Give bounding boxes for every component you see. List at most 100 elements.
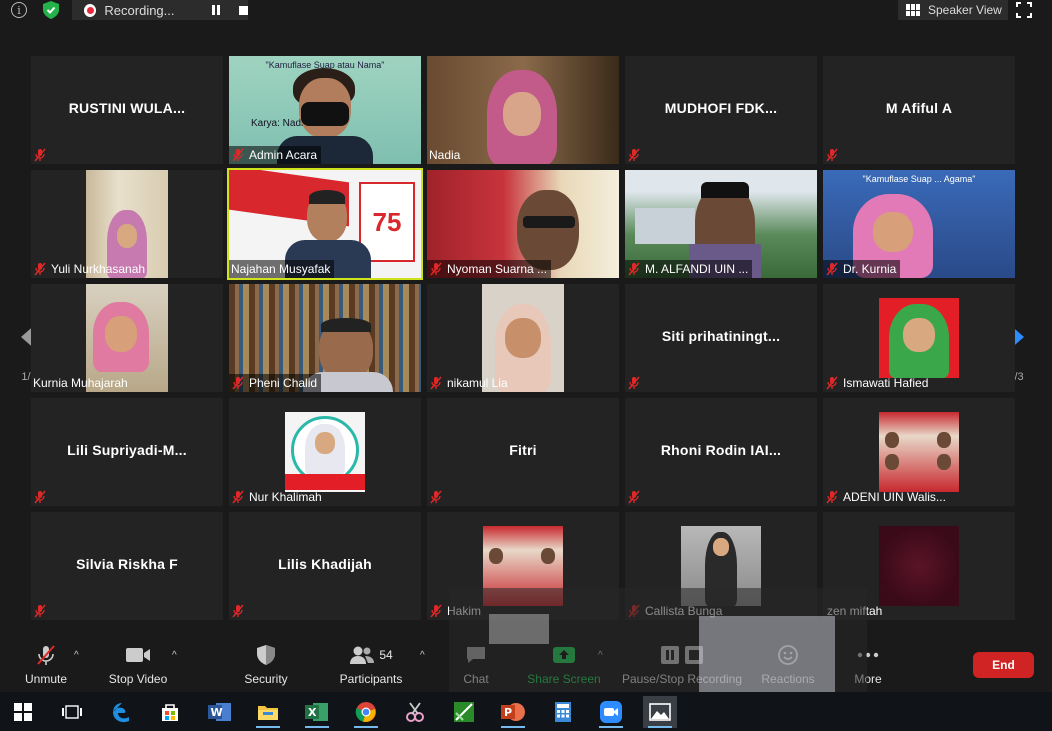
excel-icon[interactable]: X	[300, 696, 334, 728]
muted-mic-icon	[34, 262, 46, 276]
participant-label	[31, 146, 55, 164]
poster-speaker-photo	[937, 454, 951, 470]
participant-tile[interactable]: zen miftah	[823, 512, 1015, 620]
muted-mic-icon	[826, 490, 838, 504]
photos-icon[interactable]	[643, 696, 677, 728]
participant-name: Nur Khalimah	[249, 490, 322, 504]
participant-tile[interactable]: Yuli Nurkhasanah	[31, 170, 223, 278]
person-face	[503, 92, 541, 136]
share-screen-button[interactable]: Share Screen	[524, 634, 604, 692]
stop-video-button[interactable]: Stop Video	[106, 634, 170, 692]
edge-icon[interactable]	[105, 696, 139, 728]
pause-stop-recording-button[interactable]: Pause/Stop Recording	[620, 634, 744, 692]
event-poster	[483, 526, 563, 606]
participant-name: Kurnia Muhajarah	[33, 376, 128, 390]
reactions-button[interactable]: Reactions	[760, 634, 816, 692]
participant-tile[interactable]: Siti prihatiningt...	[625, 284, 817, 392]
participant-tile[interactable]: Lili Supriyadi-M...	[31, 398, 223, 506]
audio-options-caret-icon[interactable]: ^	[74, 650, 79, 661]
more-button[interactable]: More	[850, 634, 886, 692]
chrome-icon[interactable]	[349, 696, 383, 728]
participant-tile[interactable]: "Kamuflase Suap ... Agama" Dr. Kurnia	[823, 170, 1015, 278]
participant-tile-active-speaker[interactable]: 75 Najahan Musyafak	[227, 168, 423, 280]
pause-recording-icon[interactable]	[211, 5, 222, 15]
chat-bubble-icon	[465, 640, 487, 670]
person-face	[315, 432, 335, 454]
participant-label: Nur Khalimah	[229, 488, 326, 506]
participant-tile[interactable]: M. ALFANDI UIN ...	[625, 170, 817, 278]
participant-tile[interactable]: Hakim	[427, 512, 619, 620]
participant-tile[interactable]: Ismawati Hafied	[823, 284, 1015, 392]
share-options-caret-icon[interactable]: ^	[598, 650, 603, 661]
participant-name: Siti prihatiningt...	[661, 328, 781, 344]
face-mask	[301, 102, 349, 126]
file-explorer-icon[interactable]	[251, 696, 285, 728]
participant-tile[interactable]: MUDHOFI FDK...	[625, 56, 817, 164]
participant-tile[interactable]: Nur Khalimah	[229, 398, 421, 506]
participant-tile[interactable]: Nyoman Suarna ...	[427, 170, 619, 278]
participants-button[interactable]: 54 Participants	[338, 634, 404, 692]
muted-mic-icon	[628, 262, 640, 276]
participant-name: Admin Acara	[249, 148, 318, 162]
end-meeting-button[interactable]: End	[973, 652, 1034, 678]
participant-tile[interactable]: Pheni Chalid	[229, 284, 421, 392]
calculator-icon[interactable]	[546, 696, 580, 728]
more-dots-icon	[857, 640, 879, 670]
fullscreen-icon[interactable]	[1016, 2, 1032, 18]
participant-label	[31, 488, 55, 506]
stop-recording-icon[interactable]	[239, 5, 248, 15]
participant-tile[interactable]: Rhoni Rodin IAI...	[625, 398, 817, 506]
participant-tile[interactable]: Kurnia Muhajarah	[31, 284, 223, 392]
participant-tile[interactable]: ADENI UIN Walis...	[823, 398, 1015, 506]
participant-tile[interactable]: Fitri	[427, 398, 619, 506]
participant-name: Rhoni Rodin IAI...	[660, 442, 782, 458]
event-poster	[879, 412, 959, 492]
grid-view-icon	[906, 4, 920, 16]
muted-mic-icon	[34, 640, 58, 670]
participant-label	[625, 146, 649, 164]
snipping-icon[interactable]	[398, 696, 432, 728]
svg-text:P: P	[504, 706, 512, 719]
participant-tile[interactable]: RUSTINI WULA...	[31, 56, 223, 164]
muted-mic-icon	[232, 490, 244, 504]
participants-options-caret-icon[interactable]: ^	[420, 650, 425, 661]
muted-mic-icon	[430, 604, 442, 618]
encryption-shield-icon[interactable]	[40, 0, 62, 20]
participant-name: Nadia	[429, 148, 461, 162]
person-face	[505, 318, 541, 358]
participant-label	[625, 374, 649, 392]
participant-label: ADENI UIN Walis...	[823, 488, 950, 506]
participant-name: Pheni Chalid	[249, 376, 318, 390]
participant-name: RUSTINI WULA...	[68, 100, 186, 116]
building	[635, 208, 695, 244]
participant-tile[interactable]: M Afiful A	[823, 56, 1015, 164]
picture-icon[interactable]	[447, 696, 481, 728]
participant-tile[interactable]: nikamul Lia	[427, 284, 619, 392]
task-view-icon[interactable]	[55, 696, 89, 728]
participant-name: MUDHOFI FDK...	[664, 100, 778, 116]
muted-mic-icon	[34, 148, 46, 162]
participant-tile[interactable]: Lilis Khadijah	[229, 512, 421, 620]
powerpoint-icon[interactable]: P	[496, 696, 530, 728]
person-hair	[321, 318, 371, 332]
participants-label: Participants	[339, 672, 403, 686]
word-icon[interactable]: W	[203, 696, 237, 728]
chat-button[interactable]: Chat	[460, 634, 492, 692]
reactions-label: Reactions	[761, 672, 815, 686]
store-icon[interactable]	[153, 696, 187, 728]
participant-tile[interactable]: Nadia	[427, 56, 619, 164]
participant-tile[interactable]: Callista Bunga	[625, 512, 817, 620]
windows-start-icon[interactable]	[6, 696, 40, 728]
video-options-caret-icon[interactable]: ^	[172, 650, 177, 661]
top-bar: i Recording... Speaker View	[0, 0, 1052, 26]
participant-label: Callista Bunga	[625, 602, 726, 620]
participant-tile[interactable]: Silvia Riskha F	[31, 512, 223, 620]
security-button[interactable]: Security	[242, 634, 290, 692]
participant-name: M Afiful A	[885, 100, 953, 116]
zoom-icon[interactable]	[594, 696, 628, 728]
participant-tile[interactable]: "Kamuflase Suap atau Nama" Karya: Nadia …	[229, 56, 421, 164]
speaker-view-button[interactable]: Speaker View	[898, 0, 1008, 20]
meeting-info-icon[interactable]: i	[8, 0, 30, 20]
muted-mic-icon	[34, 604, 46, 618]
unmute-button[interactable]: Unmute	[22, 634, 70, 692]
